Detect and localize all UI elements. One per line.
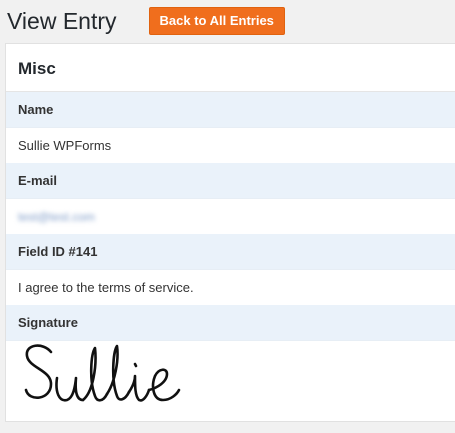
field-value-email: test@test.com	[6, 199, 455, 234]
page-header: View Entry Back to All Entries	[7, 6, 285, 36]
signature-image	[6, 336, 455, 422]
entry-details-box: Misc Name Sullie WPForms E-mail test@tes…	[5, 43, 455, 422]
field-label-name: Name	[6, 92, 455, 128]
field-label-email: E-mail	[6, 163, 455, 199]
section-title: Misc	[6, 44, 455, 92]
back-to-all-entries-button[interactable]: Back to All Entries	[148, 7, 285, 35]
email-value-blurred: test@test.com	[18, 210, 95, 224]
field-label-terms: Field ID #141	[6, 234, 455, 270]
field-value-name: Sullie WPForms	[18, 138, 112, 153]
page-title: View Entry	[7, 8, 117, 34]
handwritten-signature	[24, 344, 181, 402]
field-value-terms: I agree to the terms of service.	[18, 280, 194, 295]
